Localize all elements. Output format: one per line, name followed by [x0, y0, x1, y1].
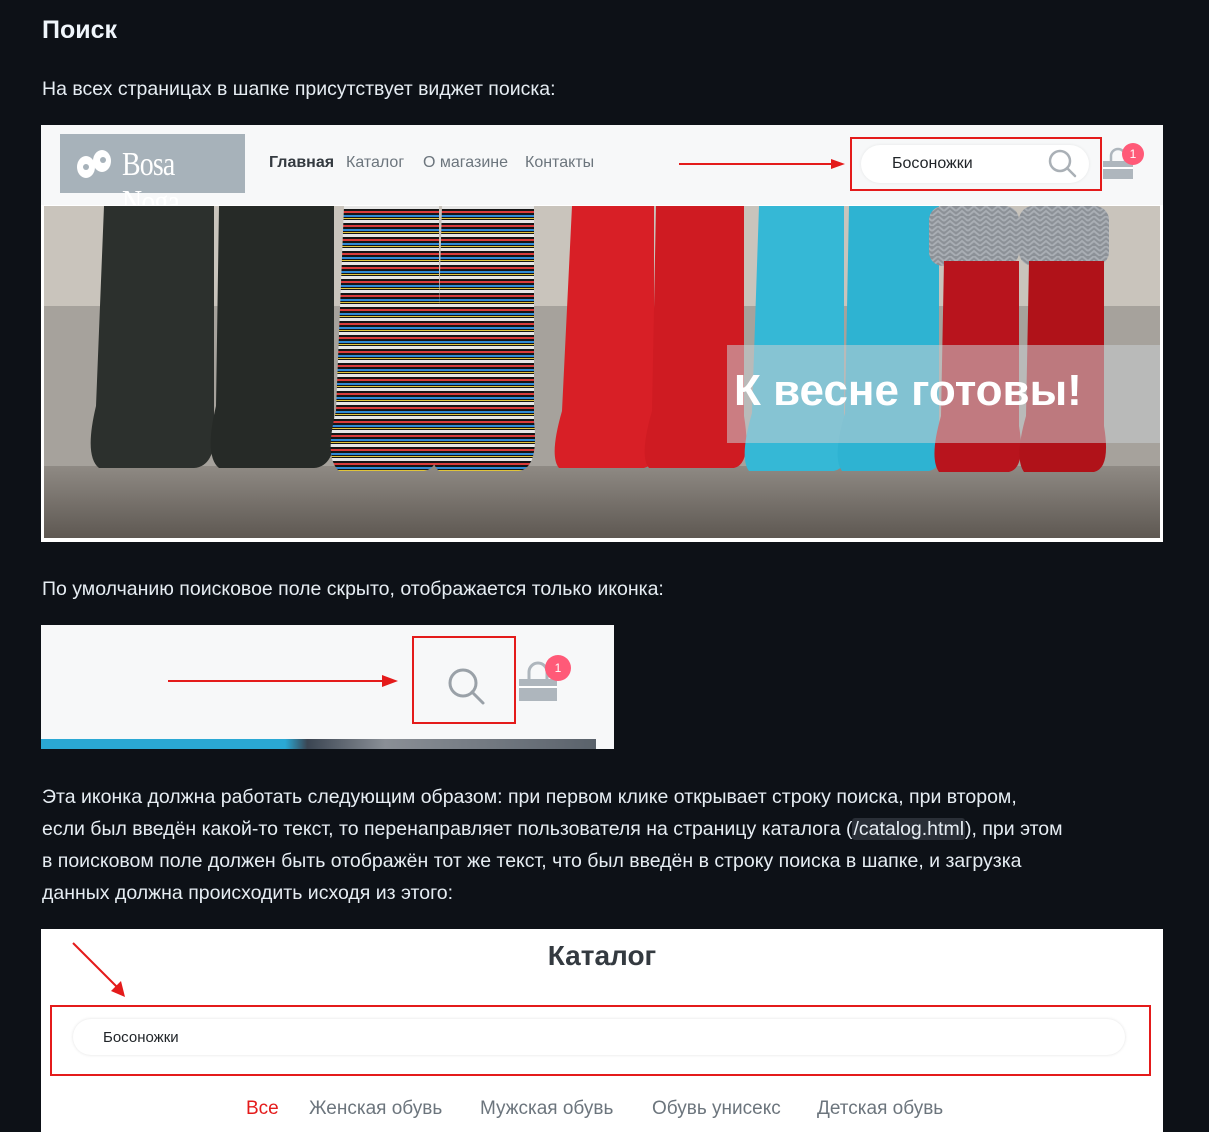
- nav-about[interactable]: О магазине: [423, 154, 508, 172]
- paragraph-behavior-line4: данных должна происходить исходя из этог…: [42, 882, 454, 904]
- footprint-icon: [77, 150, 111, 178]
- cart-count-badge: 1: [1122, 143, 1144, 165]
- screenshot-catalog: Каталог Босоножки Все Женская обувь Мужс…: [41, 929, 1163, 1132]
- catalog-search-value: Босоножки: [103, 1029, 179, 1046]
- cart-widget[interactable]: 1: [517, 655, 571, 708]
- category-women[interactable]: Женская обувь: [309, 1098, 442, 1120]
- red-arrow: [168, 675, 398, 687]
- intro-text: На всех страницах в шапке присутствует в…: [42, 78, 556, 100]
- category-kids[interactable]: Детская обувь: [817, 1098, 943, 1120]
- search-icon[interactable]: [446, 666, 486, 706]
- screenshot-collapsed-search: 1: [41, 625, 614, 749]
- category-unisex[interactable]: Обувь унисекс: [652, 1098, 781, 1120]
- screenshot-header-search: Bosa Noga Главная Каталог О магазине Кон…: [41, 125, 1163, 542]
- catalog-search-input[interactable]: Босоножки: [73, 1019, 1125, 1055]
- category-all[interactable]: Все: [246, 1098, 279, 1120]
- highlight-box: [850, 137, 1102, 191]
- category-men[interactable]: Мужская обувь: [480, 1098, 613, 1120]
- cart-widget[interactable]: 1: [1102, 143, 1144, 186]
- nav-contacts[interactable]: Контакты: [525, 154, 594, 172]
- nav-catalog[interactable]: Каталог: [346, 154, 404, 172]
- paragraph-behavior-line2: если был введён какой-то текст, то перен…: [42, 818, 1063, 840]
- paragraph-hidden-search: По умолчанию поисковое поле скрыто, отоб…: [42, 578, 664, 600]
- nav-home[interactable]: Главная: [269, 154, 334, 172]
- red-arrow: [72, 942, 125, 997]
- site-logo[interactable]: Bosa Noga: [60, 134, 245, 221]
- banner-edge: [41, 739, 596, 749]
- site-header: Bosa Noga Главная Каталог О магазине Кон…: [41, 125, 1163, 221]
- banner-caption: К весне готовы!: [734, 366, 1082, 415]
- catalog-title: Каталог: [547, 940, 657, 971]
- cart-count-badge: 1: [545, 655, 571, 681]
- paragraph-behavior-line3: в поисковом поле должен быть отображён т…: [42, 850, 1022, 872]
- catalog-path-code: /catalog.html: [852, 818, 966, 840]
- section-heading: Поиск: [42, 16, 118, 44]
- paragraph-behavior-line1: Эта иконка должна работать следующим обр…: [42, 786, 1017, 808]
- red-arrow: [679, 159, 845, 169]
- promo-banner[interactable]: К весне готовы!: [44, 206, 1160, 538]
